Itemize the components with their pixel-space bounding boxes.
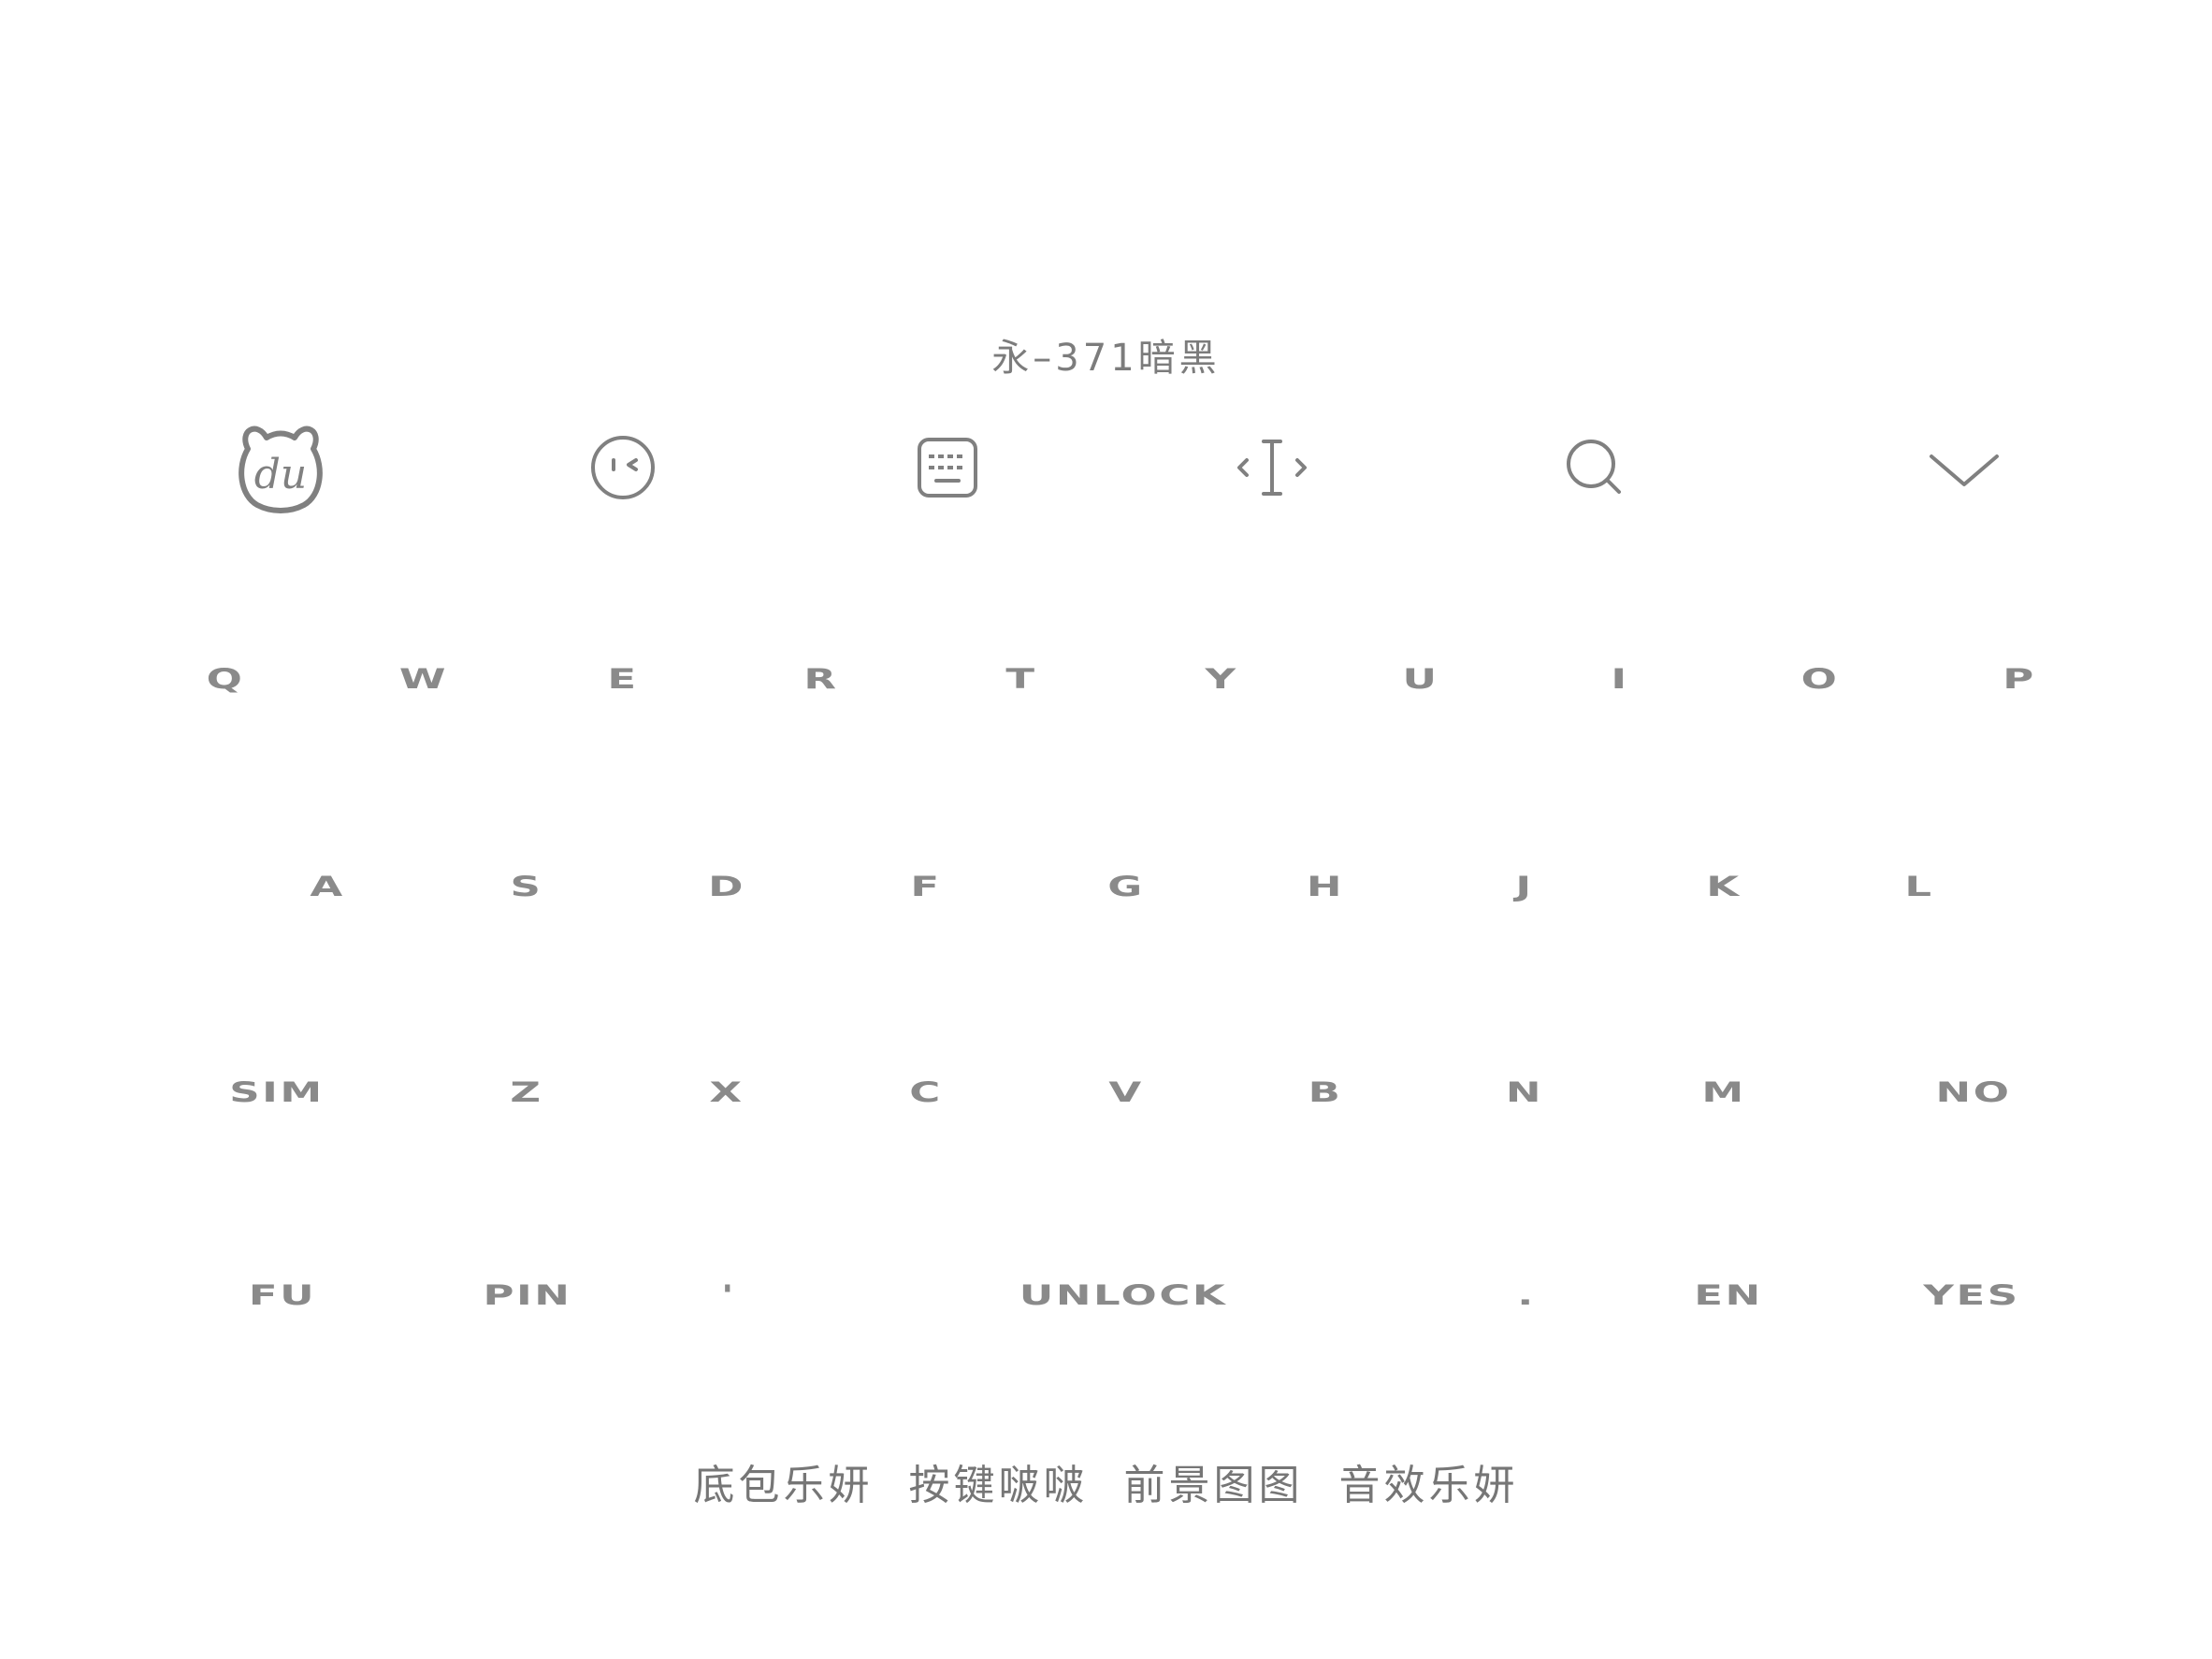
key-apostrophe[interactable]: ' [721, 1258, 734, 1333]
chevron-down-icon[interactable] [1908, 411, 2020, 524]
key-l[interactable]: L [1904, 849, 1931, 924]
key-row-1: Q W E R T Y U I O P [0, 642, 2212, 716]
key-r[interactable]: R [803, 642, 836, 716]
cursor-move-icon[interactable] [1216, 411, 1328, 524]
key-f[interactable]: F [910, 849, 939, 924]
key-e[interactable]: E [607, 642, 636, 716]
key-sim[interactable]: SIM [229, 1055, 322, 1130]
key-c[interactable]: C [909, 1055, 940, 1130]
key-a[interactable]: A [310, 849, 342, 924]
key-t[interactable]: T [1005, 642, 1034, 716]
key-h[interactable]: H [1307, 849, 1342, 924]
key-x[interactable]: X [709, 1055, 742, 1130]
key-d[interactable]: D [708, 849, 743, 924]
key-period[interactable]: . [1517, 1258, 1534, 1333]
key-unlock-space[interactable]: UNLOCK [1019, 1258, 1225, 1333]
du-bear-logo-icon[interactable]: du [224, 411, 337, 524]
key-no[interactable]: NO [1936, 1055, 2009, 1130]
key-s[interactable]: S [511, 849, 541, 924]
theme-title: 永–371暗黑 [991, 337, 1221, 380]
key-b[interactable]: B [1308, 1055, 1340, 1130]
key-m[interactable]: M [1701, 1055, 1743, 1130]
key-en[interactable]: EN [1694, 1258, 1760, 1333]
key-j[interactable]: J [1515, 849, 1531, 924]
key-o[interactable]: O [1801, 642, 1837, 716]
key-i[interactable]: I [1611, 642, 1626, 716]
key-row-3: SIM Z X C V B N M NO [0, 1055, 2212, 1130]
svg-text:du: du [254, 451, 308, 498]
emoji-face-icon[interactable] [567, 411, 679, 524]
key-k[interactable]: K [1706, 849, 1739, 924]
key-row-4: FU PIN ' UNLOCK . EN YES [0, 1258, 2212, 1333]
key-w[interactable]: W [399, 642, 446, 716]
key-row-2: A S D F G H J K L [0, 849, 2212, 924]
key-n[interactable]: N [1506, 1055, 1541, 1130]
credits-footer: 底包乐妍 按键啵啵 前景图图 音效乐妍 [693, 1462, 1519, 1509]
key-z[interactable]: Z [510, 1055, 541, 1130]
key-yes[interactable]: YES [1923, 1258, 2017, 1333]
key-v[interactable]: V [1108, 1055, 1141, 1130]
key-p[interactable]: P [2002, 642, 2033, 716]
key-u[interactable]: U [1402, 642, 1437, 716]
key-g[interactable]: G [1107, 849, 1142, 924]
key-pin[interactable]: PIN [484, 1258, 570, 1333]
search-icon[interactable] [1539, 411, 1651, 524]
key-q[interactable]: Q [207, 642, 242, 716]
key-y[interactable]: Y [1205, 642, 1236, 716]
key-fu[interactable]: FU [249, 1258, 314, 1333]
keyboard-icon[interactable] [891, 411, 1004, 524]
